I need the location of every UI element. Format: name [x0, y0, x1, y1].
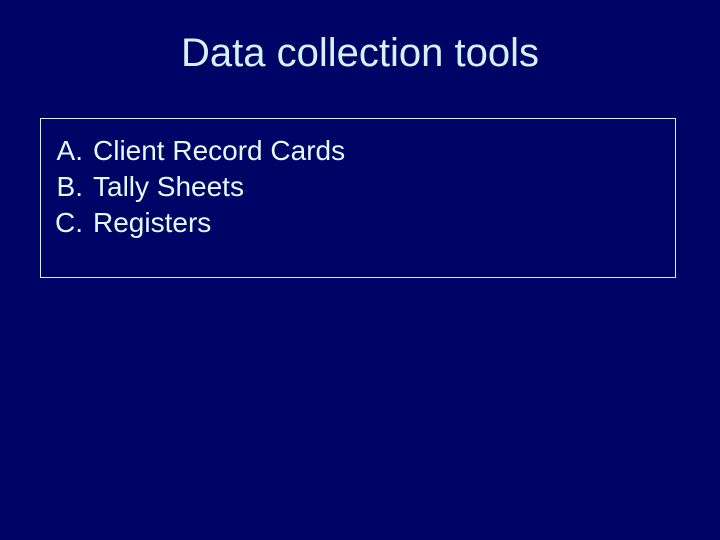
list-item-marker: B.	[41, 169, 93, 205]
list-item: A. Client Record Cards	[41, 133, 675, 169]
list-item-label: Tally Sheets	[93, 169, 675, 205]
list-item-label: Client Record Cards	[93, 133, 675, 169]
content-box: A. Client Record Cards B. Tally Sheets C…	[40, 118, 676, 278]
list-item: B. Tally Sheets	[41, 169, 675, 205]
list-item-marker: A.	[41, 133, 93, 169]
item-list: A. Client Record Cards B. Tally Sheets C…	[41, 133, 675, 240]
slide: Data collection tools A. Client Record C…	[0, 0, 720, 540]
list-item-label: Registers	[93, 205, 675, 241]
list-item-marker: C.	[41, 205, 93, 241]
list-item: C. Registers	[41, 205, 675, 241]
slide-title: Data collection tools	[0, 31, 720, 76]
